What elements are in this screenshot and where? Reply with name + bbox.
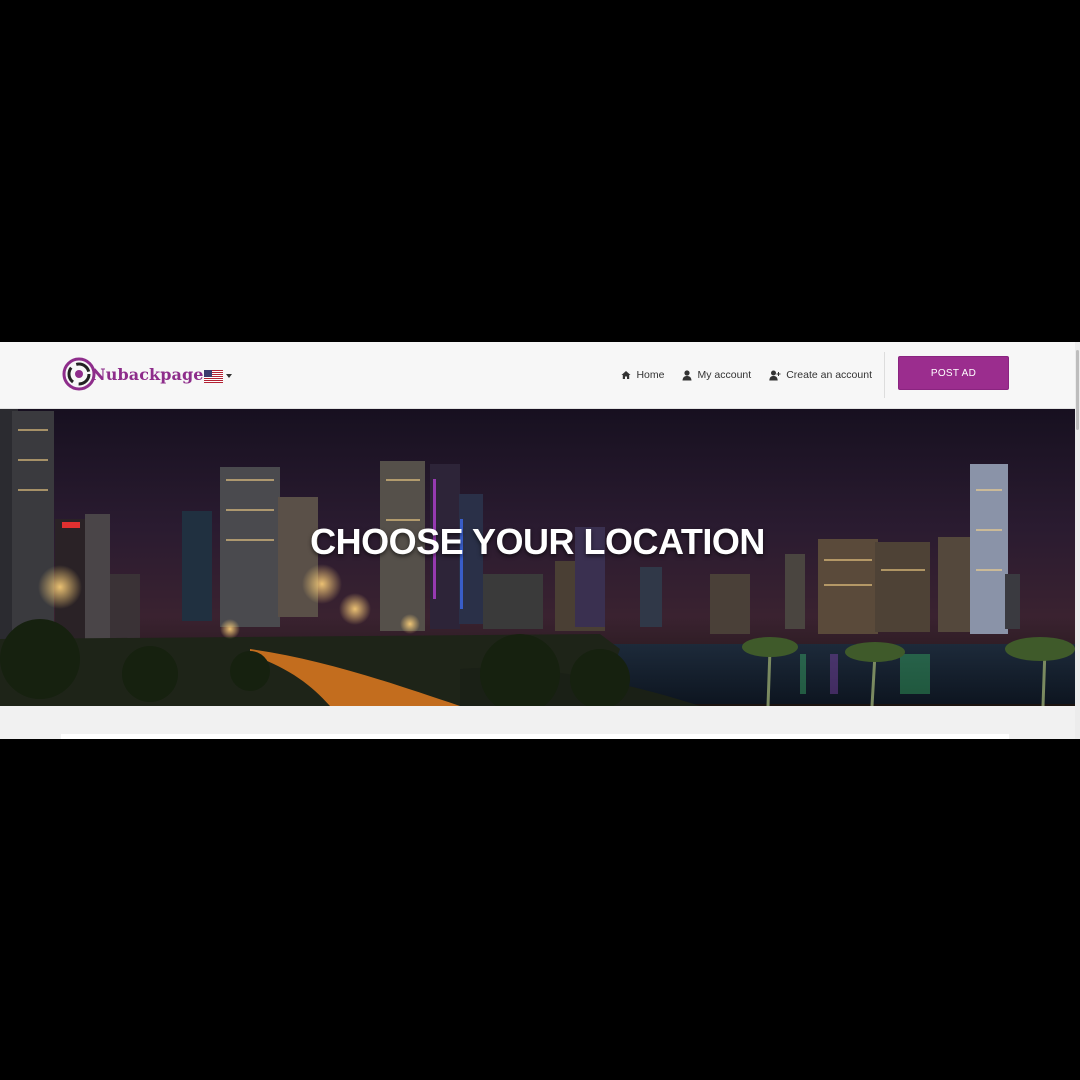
user-icon bbox=[682, 369, 692, 380]
nav-home-link[interactable]: Home bbox=[621, 369, 664, 381]
logo-text: Nubackpage bbox=[91, 364, 204, 384]
post-ad-button[interactable]: POST AD bbox=[898, 356, 1009, 390]
nav-links: Home My account Create an account bbox=[621, 365, 872, 385]
user-plus-icon bbox=[769, 370, 781, 380]
home-icon bbox=[621, 371, 631, 379]
site-logo[interactable]: Nubackpage bbox=[61, 356, 204, 392]
hero-title: CHOOSE YOUR LOCATION bbox=[310, 521, 765, 562]
nav-create-account-link[interactable]: Create an account bbox=[769, 369, 872, 381]
language-selector[interactable] bbox=[204, 369, 232, 383]
nav-my-account-link[interactable]: My account bbox=[682, 369, 751, 381]
caret-down-icon bbox=[226, 374, 232, 378]
nav-create-account-label: Create an account bbox=[786, 369, 872, 381]
browser-page: Nubackpage Home My account Create an acc… bbox=[0, 342, 1080, 739]
content-card bbox=[61, 734, 1009, 739]
us-flag-icon bbox=[204, 369, 223, 383]
top-navbar: Nubackpage Home My account Create an acc… bbox=[0, 342, 1080, 409]
nav-divider bbox=[884, 352, 885, 398]
nav-home-label: Home bbox=[636, 369, 665, 381]
nav-my-account-label: My account bbox=[697, 369, 752, 381]
scrollbar-thumb[interactable] bbox=[1076, 350, 1079, 430]
page-scrollbar[interactable] bbox=[1075, 342, 1080, 739]
hero-banner: CHOOSE YOUR LOCATION bbox=[0, 409, 1075, 706]
